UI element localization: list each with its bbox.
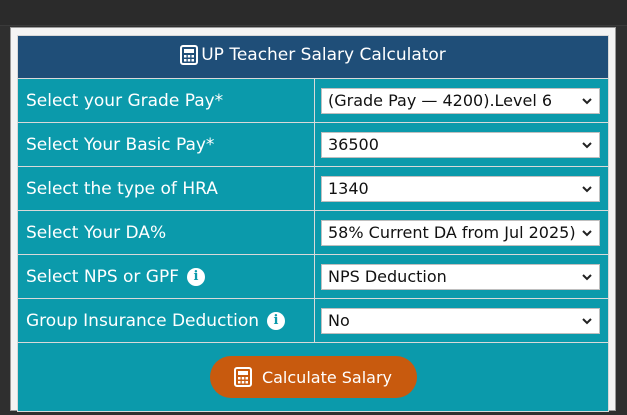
da-select[interactable]: 58% Current DA from Jul 2025) [321,219,600,246]
hra-label: Select the type of HRA [17,166,315,211]
da-row: Select Your DA% 58% Current DA from Jul … [17,210,610,255]
grade-pay-cell: (Grade Pay — 4200).Level 6 [313,78,610,123]
action-row: Calculate Salary [16,342,610,412]
calculator-title-cell: UP Teacher Salary Calculator [16,35,610,79]
calculate-salary-button[interactable]: Calculate Salary [209,356,417,398]
calculator-title: UP Teacher Salary Calculator [180,44,446,65]
nps-gpf-selected: NPS Deduction [328,267,447,286]
basic-pay-label-text: Select Your Basic Pay* [26,134,215,155]
basic-pay-select[interactable]: 36500 [321,131,600,158]
info-icon[interactable]: i [187,267,206,286]
calculator-icon [233,367,252,387]
grade-pay-select[interactable]: (Grade Pay — 4200).Level 6 [321,87,600,114]
chevron-down-icon [582,97,592,104]
basic-pay-label: Select Your Basic Pay* [17,122,315,167]
page-title: UP Teacher Salary Calculator [201,44,446,65]
chevron-down-icon [582,317,592,324]
basic-pay-row: Select Your Basic Pay* 36500 [17,122,610,167]
hra-label-text: Select the type of HRA [26,178,218,199]
nps-gpf-cell: NPS Deduction [313,254,610,299]
group-insurance-cell: No [313,298,610,343]
hra-row: Select the type of HRA 1340 [17,166,610,211]
info-icon[interactable]: i [267,311,285,330]
title-row: UP Teacher Salary Calculator [16,35,610,79]
action-cell: Calculate Salary [16,342,610,412]
nps-gpf-select[interactable]: NPS Deduction [321,263,600,290]
group-insurance-select[interactable]: No [321,307,600,334]
grade-pay-label-text: Select your Grade Pay* [26,90,224,111]
calculator-table: UP Teacher Salary Calculator Select your… [16,35,610,412]
nps-gpf-label-inner: Select NPS or GPF i [26,266,206,287]
basic-pay-selected: 36500 [328,135,379,154]
calculator-icon [180,44,199,65]
salary-calculator-panel: UP Teacher Salary Calculator Select your… [10,27,616,412]
group-insurance-row: Group Insurance Deduction i No [17,298,610,343]
group-insurance-label-text: Group Insurance Deduction [26,310,259,331]
da-label: Select Your DA% [17,210,315,255]
grade-pay-row: Select your Grade Pay* (Grade Pay — 4200… [17,78,610,123]
hra-select[interactable]: 1340 [321,175,600,202]
group-insurance-selected: No [328,311,350,330]
hra-selected: 1340 [328,179,369,198]
chevron-down-icon [582,185,592,192]
group-insurance-label: Group Insurance Deduction i [17,298,315,343]
grade-pay-label: Select your Grade Pay* [17,78,315,123]
da-label-text: Select Your DA% [26,222,167,243]
calculate-salary-label: Calculate Salary [261,367,393,387]
group-insurance-label-inner: Group Insurance Deduction i [26,311,285,331]
da-cell: 58% Current DA from Jul 2025) [313,210,610,255]
hra-cell: 1340 [313,166,610,211]
top-bar [0,0,627,26]
nps-gpf-row: Select NPS or GPF i NPS Deduction [17,254,610,299]
nps-gpf-label: Select NPS or GPF i [17,254,315,299]
nps-gpf-label-text: Select NPS or GPF [26,266,180,287]
da-selected: 58% Current DA from Jul 2025) [328,223,576,242]
chevron-down-icon [582,273,592,280]
grade-pay-selected: (Grade Pay — 4200).Level 6 [328,91,553,110]
chevron-down-icon [582,141,592,148]
basic-pay-cell: 36500 [313,122,610,167]
chevron-down-icon [582,229,592,236]
